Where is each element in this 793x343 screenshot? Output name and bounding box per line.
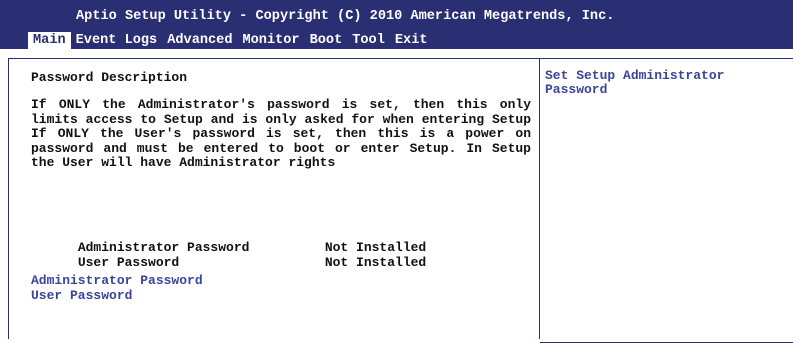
password-description-heading: Password Description xyxy=(31,70,188,85)
tab-advanced[interactable]: Advanced xyxy=(162,32,237,49)
tab-tool[interactable]: Tool xyxy=(347,32,390,49)
menu-bar: Main Event Logs Advanced Monitor Boot To… xyxy=(28,31,433,49)
administrator-password-option[interactable]: Administrator Password xyxy=(31,273,203,289)
header-bar: Aptio Setup Utility - Copyright (C) 2010… xyxy=(0,0,793,49)
password-description-text: If ONLY the Administrator's password is … xyxy=(31,97,531,171)
main-panel: Password Description If ONLY the Adminis… xyxy=(8,58,793,343)
app-title: Aptio Setup Utility - Copyright (C) 2010… xyxy=(76,9,615,24)
user-password-status-label: User Password xyxy=(77,254,180,270)
settings-pane: Password Description If ONLY the Adminis… xyxy=(9,59,540,339)
user-password-option[interactable]: User Password xyxy=(31,288,132,304)
tab-monitor[interactable]: Monitor xyxy=(237,32,304,49)
tab-boot[interactable]: Boot xyxy=(305,32,348,49)
tab-event-logs[interactable]: Event Logs xyxy=(71,32,163,49)
user-password-status-value: Not Installed xyxy=(324,254,427,270)
tab-exit[interactable]: Exit xyxy=(390,32,433,49)
help-pane: Set Setup Administrator Password xyxy=(540,59,793,343)
help-text: Set Setup Administrator Password xyxy=(545,68,725,97)
tab-main[interactable]: Main xyxy=(28,32,71,49)
